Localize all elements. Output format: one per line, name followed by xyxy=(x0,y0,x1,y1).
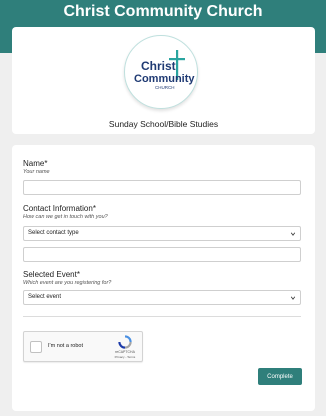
logo-line-3: CHURCH xyxy=(155,85,175,90)
recaptcha-widget: I'm not a robot reCAPTCHA Privacy - Term… xyxy=(23,331,143,362)
recaptcha-checkbox[interactable] xyxy=(30,341,42,353)
name-input[interactable] xyxy=(23,180,301,195)
chevron-down-icon xyxy=(290,232,296,236)
contact-detail-input[interactable] xyxy=(23,247,301,262)
event-label: Selected Event* xyxy=(23,270,80,279)
cross-icon: Christ Community CHURCH xyxy=(134,50,195,90)
event-hint: Which event are you registering for? xyxy=(23,280,112,286)
recaptcha-links: Privacy - Terms xyxy=(108,355,142,359)
event-select[interactable]: Select event xyxy=(23,290,301,305)
chevron-down-icon xyxy=(290,296,296,300)
site-title: Christ Community Church xyxy=(63,3,263,20)
contact-type-select[interactable]: Select contact type xyxy=(23,226,301,241)
name-hint: Your name xyxy=(23,169,50,175)
logo-line-1: Christ xyxy=(141,59,176,73)
recaptcha-label: I'm not a robot xyxy=(48,343,83,349)
contact-type-value: Select contact type xyxy=(28,230,79,236)
privacy-link[interactable]: Privacy xyxy=(115,355,125,359)
recaptcha-icon xyxy=(118,335,132,349)
terms-link[interactable]: Terms xyxy=(127,355,135,359)
logo-line-2: Community xyxy=(134,73,195,85)
complete-button[interactable]: Complete xyxy=(258,368,302,385)
event-value: Select event xyxy=(28,294,62,300)
event-banner-card: Christ Community CHURCH Sunday School/Bi… xyxy=(12,27,315,134)
form-divider xyxy=(23,316,301,317)
name-label: Name* xyxy=(23,159,48,168)
church-logo: Christ Community CHURCH xyxy=(124,35,198,109)
recaptcha-brand: reCAPTCHA xyxy=(115,350,135,354)
contact-label: Contact Information* xyxy=(23,204,96,213)
event-title: Sunday School/Bible Studies xyxy=(108,119,219,129)
registration-form: Name* Your name Contact Information* How… xyxy=(12,145,315,411)
contact-hint: How can we get in touch with you? xyxy=(23,214,108,220)
